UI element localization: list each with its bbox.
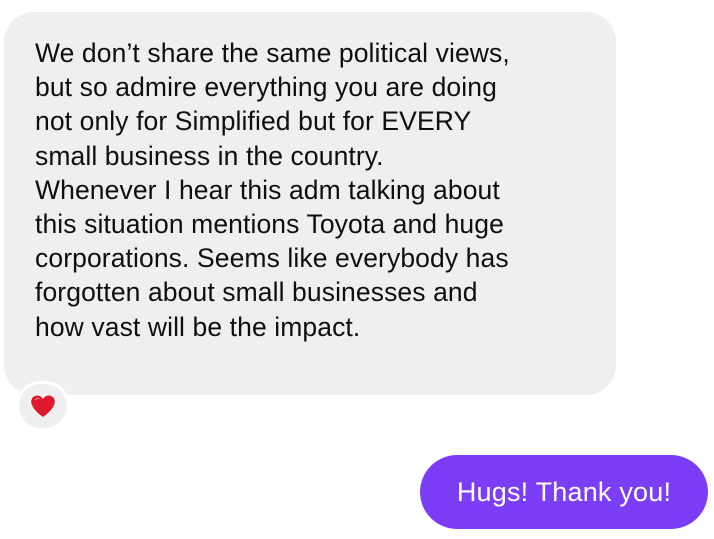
- red-heart-icon: [31, 395, 55, 417]
- outgoing-message-bubble[interactable]: Hugs! Thank you!: [420, 455, 708, 529]
- message-line: but so admire everything you are doing: [35, 72, 497, 103]
- message-line: We don’t share the same political views,: [35, 38, 510, 68]
- message-line: how vast will be the impact.: [35, 311, 361, 342]
- heart-reaction[interactable]: [16, 381, 70, 431]
- message-line: this situation mentions Toyota and huge: [35, 209, 504, 240]
- message-line: not only for Simplified but for EVERY: [35, 106, 472, 137]
- outgoing-message-text: Hugs! Thank you!: [456, 476, 672, 507]
- message-line: small business in the country.: [35, 140, 384, 171]
- message-line: Whenever I hear this adm talking about: [35, 174, 500, 205]
- message-line: forgotten about small businesses and: [35, 277, 478, 308]
- message-line: corporations. Seems like everybody has: [35, 243, 509, 274]
- incoming-message-bubble[interactable]: We don’t share the same political views,…: [4, 12, 616, 395]
- incoming-message-text: We don’t share the same political views,…: [35, 36, 596, 344]
